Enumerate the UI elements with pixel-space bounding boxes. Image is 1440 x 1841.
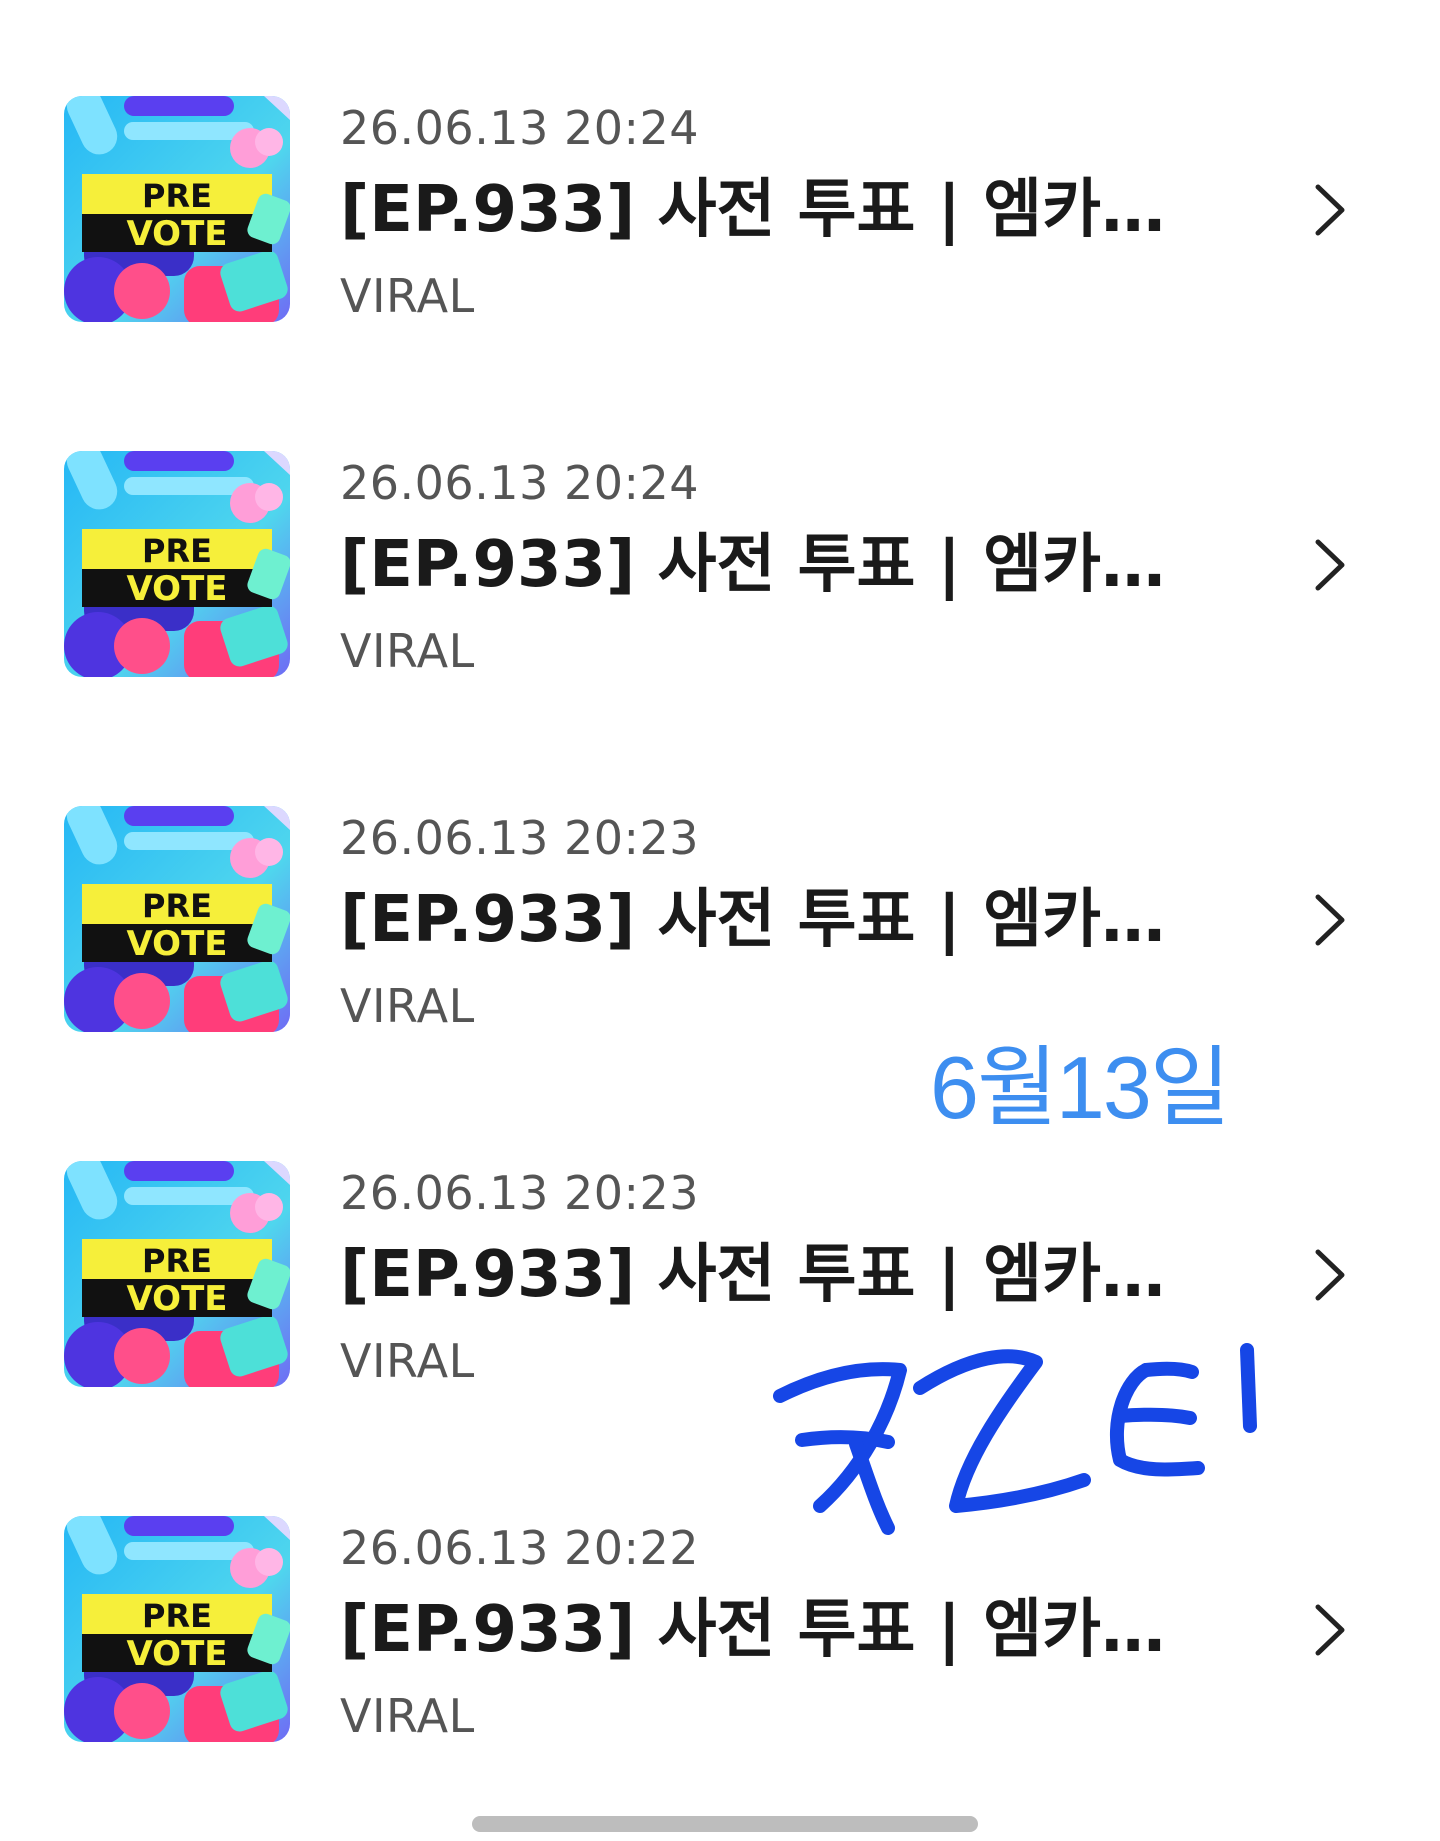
pre-vote-thumbnail: PRE VOTE — [64, 806, 290, 1032]
handwritten-date-annotation: 6월13일 — [930, 1038, 1231, 1137]
item-date: 26.06.13 20:22 — [340, 1521, 700, 1575]
chevron-right-icon — [1315, 539, 1345, 591]
item-title: [EP.933] 사전 투표 | 엠카운트... — [340, 173, 1200, 247]
chevron-right-icon — [1315, 894, 1345, 946]
home-indicator[interactable] — [472, 1816, 978, 1832]
pre-vote-thumbnail: PRE VOTE — [64, 1161, 290, 1387]
item-title: [EP.933] 사전 투표 | 엠카운트... — [340, 883, 1200, 957]
item-category: VIRAL — [340, 624, 475, 678]
item-title: [EP.933] 사전 투표 | 엠카운트... — [340, 528, 1200, 602]
thumbnail-label-line1: PRE — [142, 532, 212, 570]
list-item[interactable]: PRE VOTE 26.06.13 20:24 [EP.933] 사전 투표 |… — [0, 451, 1440, 711]
thumbnail-label-line2: VOTE — [126, 569, 227, 609]
item-date: 26.06.13 20:24 — [340, 101, 700, 155]
chevron-right-icon — [1315, 1249, 1345, 1301]
item-category: VIRAL — [340, 979, 475, 1033]
thumbnail-label-line1: PRE — [142, 887, 212, 925]
thumbnail-label-line2: VOTE — [126, 924, 227, 964]
thumbnail-label-line2: VOTE — [126, 214, 227, 254]
thumbnail-label-line2: VOTE — [126, 1634, 227, 1674]
item-date: 26.06.13 20:24 — [340, 456, 700, 510]
list-item[interactable]: PRE VOTE 26.06.13 20:24 [EP.933] 사전 투표 |… — [0, 96, 1440, 356]
pre-vote-thumbnail: PRE VOTE — [64, 1516, 290, 1742]
thumbnail-label-line1: PRE — [142, 177, 212, 215]
item-title: [EP.933] 사전 투표 | 엠카운트... — [340, 1238, 1200, 1312]
item-category: VIRAL — [340, 1334, 475, 1388]
item-category: VIRAL — [340, 269, 475, 323]
pre-vote-thumbnail: PRE VOTE — [64, 451, 290, 677]
chevron-right-icon — [1315, 184, 1345, 236]
list-item[interactable]: PRE VOTE 26.06.13 20:23 [EP.933] 사전 투표 |… — [0, 806, 1440, 1066]
item-title: [EP.933] 사전 투표 | 엠카운트... — [340, 1593, 1200, 1667]
item-date: 26.06.13 20:23 — [340, 811, 700, 865]
thumbnail-label-line2: VOTE — [126, 1279, 227, 1319]
list-item[interactable]: PRE VOTE 26.06.13 20:22 [EP.933] 사전 투표 |… — [0, 1516, 1440, 1776]
thumbnail-label-line1: PRE — [142, 1242, 212, 1280]
chevron-right-icon — [1315, 1604, 1345, 1656]
item-category: VIRAL — [340, 1689, 475, 1743]
handwritten-scribble — [773, 1343, 1257, 1535]
thumbnail-label-line1: PRE — [142, 1597, 212, 1635]
item-date: 26.06.13 20:23 — [340, 1166, 700, 1220]
pre-vote-thumbnail: PRE VOTE — [64, 96, 290, 322]
